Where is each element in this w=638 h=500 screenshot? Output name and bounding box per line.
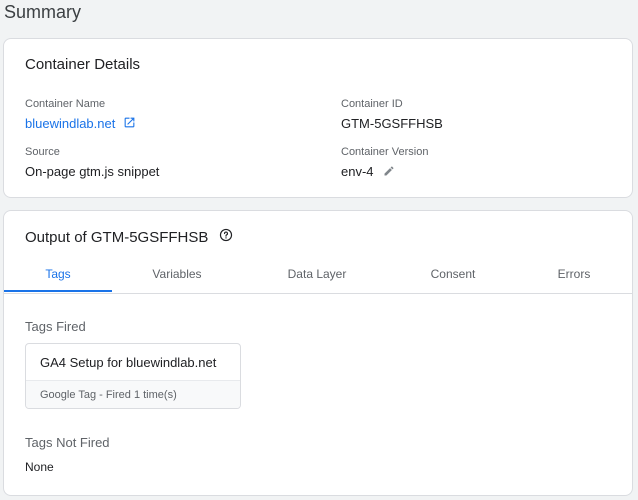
output-tabs: Tags Variables Data Layer Consent Errors bbox=[4, 259, 632, 294]
container-version-label: Container Version bbox=[341, 146, 429, 158]
output-title: Output of GTM-5GSFFHSB bbox=[25, 228, 233, 248]
output-card: Output of GTM-5GSFFHSB Tags Variables Da… bbox=[3, 210, 633, 496]
fired-tag-meta: Google Tag - Fired 1 time(s) bbox=[26, 380, 240, 408]
tab-errors[interactable]: Errors bbox=[524, 259, 624, 293]
container-name-label: Container Name bbox=[25, 98, 106, 110]
source-label: Source bbox=[25, 146, 60, 158]
fired-tag-name: GA4 Setup for bluewindlab.net bbox=[40, 355, 217, 370]
source-value: On-page gtm.js snippet bbox=[25, 164, 160, 179]
help-circle-icon[interactable] bbox=[219, 228, 233, 248]
container-id-value: GTM-5GSFFHSB bbox=[341, 116, 443, 131]
container-details-card: Container Details Container Name bluewin… bbox=[3, 38, 633, 198]
container-id-label: Container ID bbox=[341, 98, 403, 110]
open-in-new-icon[interactable] bbox=[123, 116, 136, 133]
container-name-value: bluewindlab.net bbox=[25, 116, 136, 133]
container-details-title: Container Details bbox=[25, 56, 141, 73]
container-name-link[interactable]: bluewindlab.net bbox=[25, 116, 115, 131]
fired-tag-card[interactable]: GA4 Setup for bluewindlab.net Google Tag… bbox=[25, 343, 241, 409]
tags-fired-label: Tags Fired bbox=[25, 319, 86, 334]
output-title-text: Output of GTM-5GSFFHSB bbox=[25, 229, 209, 246]
tab-consent[interactable]: Consent bbox=[388, 259, 518, 293]
tab-tags[interactable]: Tags bbox=[4, 259, 112, 293]
container-version-text: env-4 bbox=[341, 164, 374, 179]
page-title: Summary bbox=[4, 2, 82, 22]
tab-variables[interactable]: Variables bbox=[112, 259, 242, 293]
tags-not-fired-label: Tags Not Fired bbox=[25, 435, 110, 450]
container-version-value: env-4 bbox=[341, 164, 395, 181]
tags-not-fired-value: None bbox=[25, 460, 54, 474]
active-tab-indicator bbox=[4, 290, 112, 292]
tab-data-layer[interactable]: Data Layer bbox=[252, 259, 382, 293]
pencil-icon[interactable] bbox=[383, 165, 395, 181]
